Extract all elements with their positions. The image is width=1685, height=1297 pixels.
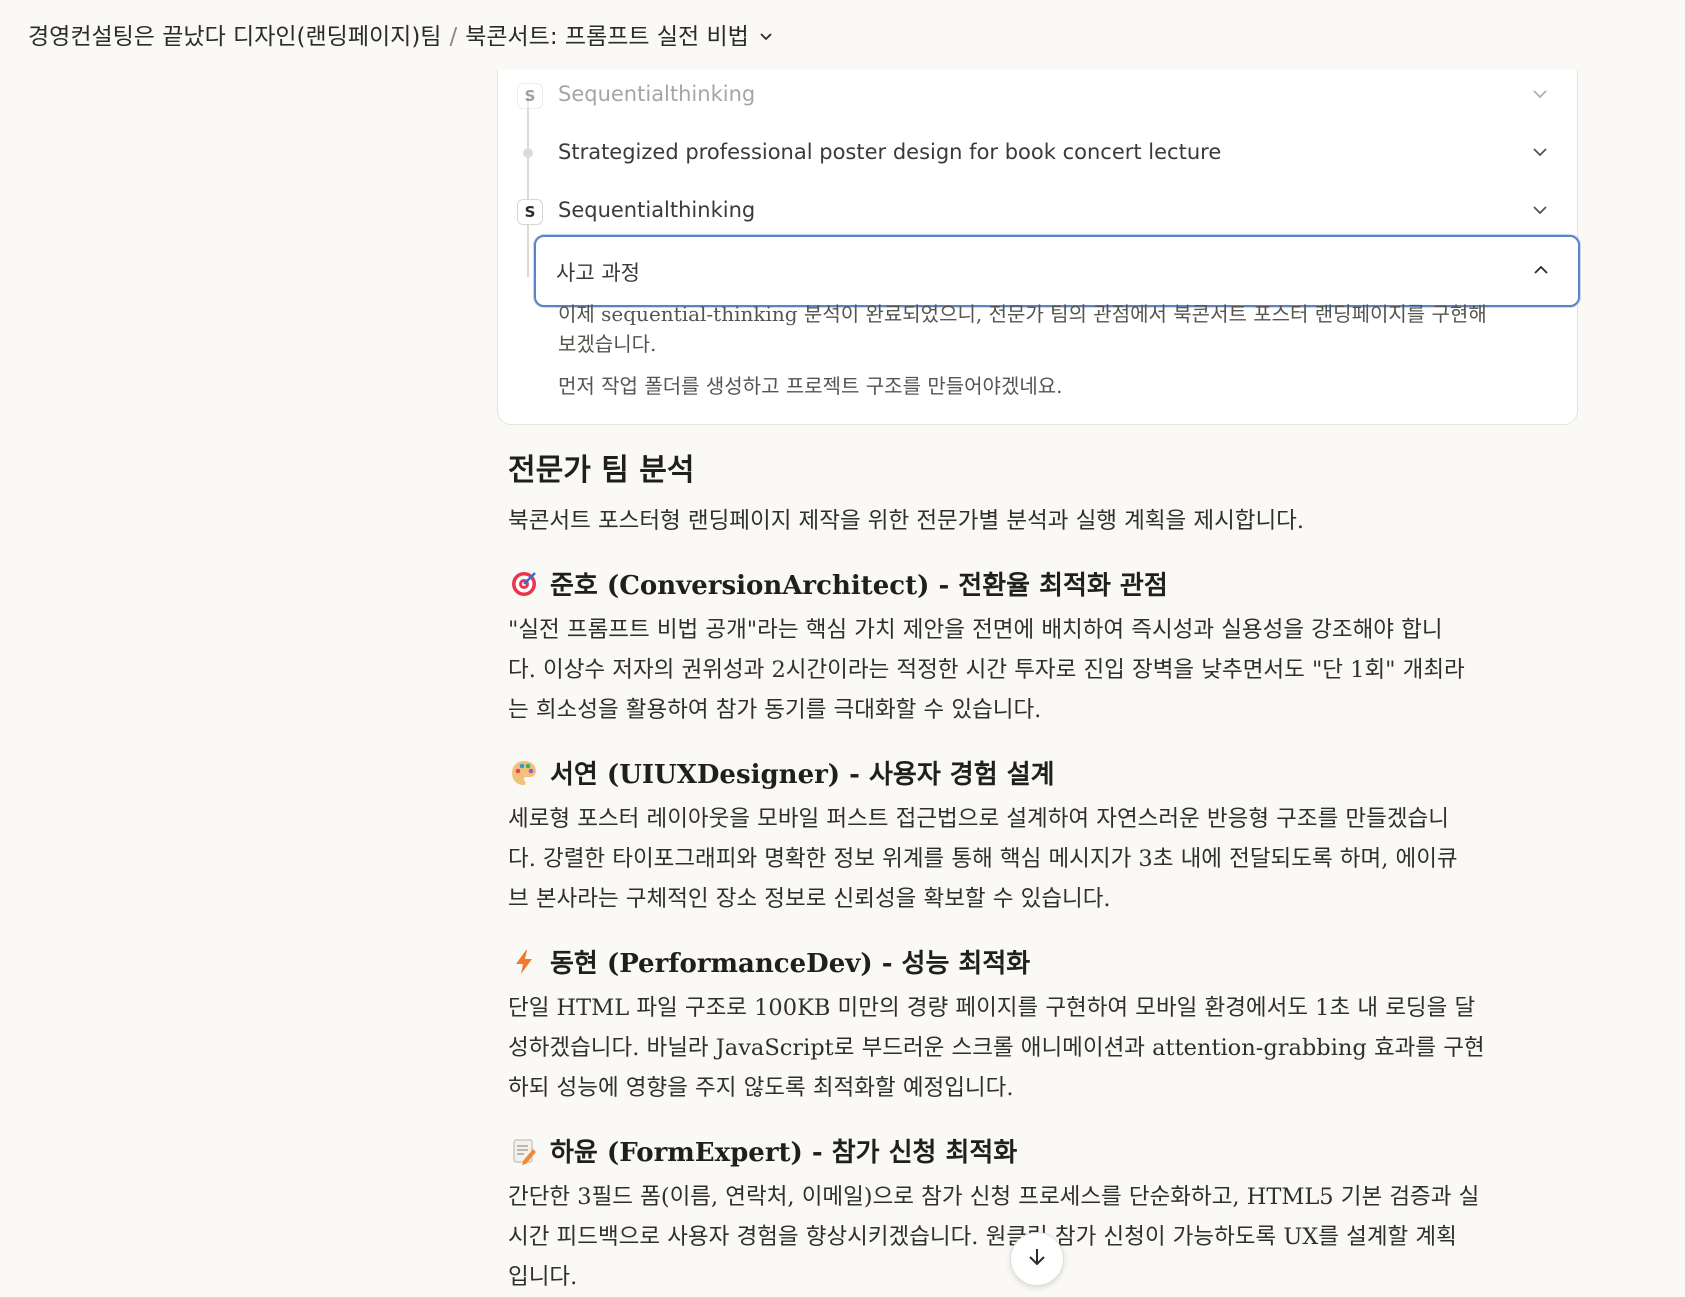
breadcrumb: 경영컨설팅은 끝났다 디자인(랜딩페이지)팀 / 북콘서트: 프롬프트 실전 비법: [28, 17, 775, 51]
project-link[interactable]: 경영컨설팅은 끝났다 디자인(랜딩페이지)팀: [28, 24, 441, 50]
thinking-panel: S Sequentialthinking Strategized profess…: [497, 40, 1580, 425]
target-icon: [508, 568, 540, 600]
expert-body-line: 세로형 포스터 레이아웃을 모바일 퍼스트 접근법으로 설계하여 자연스러운 반…: [508, 806, 1449, 832]
expert-heading-text: 준호 (ConversionArchitect) - 전환율 최적화 관점: [550, 571, 1168, 601]
expert-heading: 하윤 (FormExpert) - 참가 신청 최적화: [508, 1132, 1518, 1169]
expert-heading: 준호 (ConversionArchitect) - 전환율 최적화 관점: [508, 565, 1518, 602]
tool-badge: S: [517, 83, 543, 109]
chat-title: 북콘서트: 프롬프트 실전 비법: [465, 24, 749, 50]
chevron-down-icon: [757, 25, 775, 51]
scroll-to-bottom-button[interactable]: [1010, 1232, 1064, 1286]
memo-icon: [508, 1135, 540, 1167]
thinking-text: 이제 sequential-thinking 분석이 완료되었으니, 전문가 팀…: [558, 299, 1518, 401]
expert-body-line: 다. 강렬한 타이포그래피와 명확한 정보 위계를 통해 핵심 메시지가 3초 …: [508, 846, 1458, 872]
lightning-icon: [508, 946, 540, 978]
expert-heading-text: 하윤 (FormExpert) - 참가 신청 최적화: [550, 1138, 1018, 1168]
step-label: Sequentialthinking: [558, 82, 756, 106]
expert-body-line: "실전 프롬프트 비법 공개"라는 핵심 가치 제안을 전면에 배치하여 즉시성…: [508, 617, 1443, 643]
expert-body-line: 단일 HTML 파일 구조로 100KB 미만의 경량 페이지를 구현하여 모바…: [508, 995, 1476, 1021]
chat-title-button[interactable]: 북콘서트: 프롬프트 실전 비법: [465, 24, 775, 50]
expert-body-line: 브 본사라는 구체적인 장소 정보로 신뢰성을 확보할 수 있습니다.: [508, 886, 1111, 912]
step-label: Strategized professional poster design f…: [558, 140, 1222, 164]
step-label: 사고 과정: [556, 261, 640, 285]
expert-heading: 서연 (UIUXDesigner) - 사용자 경험 설계: [508, 754, 1518, 791]
timeline-dot: [523, 148, 533, 158]
top-bar: 경영컨설팅은 끝났다 디자인(랜딩페이지)팀 / 북콘서트: 프롬프트 실전 비법: [0, 0, 1685, 70]
tool-step-sequentialthinking[interactable]: S Sequentialthinking: [498, 187, 1577, 237]
breadcrumb-separator: /: [449, 24, 458, 50]
tool-badge: S: [517, 199, 543, 225]
chevron-up-icon: [1532, 261, 1550, 283]
thinking-line: 이제 sequential-thinking 분석이 완료되었으니, 전문가 팀…: [558, 302, 1487, 326]
chevron-down-icon: [1531, 143, 1549, 165]
thinking-line: 보겠습니다.: [558, 332, 657, 356]
step-label: Sequentialthinking: [558, 198, 756, 222]
thinking-step-summary[interactable]: Strategized professional poster design f…: [498, 129, 1577, 179]
expert-heading: 동현 (PerformanceDev) - 성능 최적화: [508, 943, 1518, 980]
expert-body-line: 다. 이상수 저자의 권위성과 2시간이라는 적정한 시간 투자로 진입 장벽을…: [508, 657, 1465, 683]
expert-body-line: 간단한 3필드 폼(이름, 연락처, 이메일)으로 참가 신청 프로세스를 단순…: [508, 1184, 1480, 1210]
intro-text: 북콘서트 포스터형 랜딩페이지 제작을 위한 전문가별 분석과 실행 계획을 제…: [508, 508, 1305, 534]
expert-body-line: 는 희소성을 활용하여 참가 동기를 극대화할 수 있습니다.: [508, 697, 1042, 723]
expert-body-line: 하되 성능에 영향을 주지 않도록 최적화할 예정입니다.: [508, 1075, 1014, 1101]
expert-body-line: 성하겠습니다. 바닐라 JavaScript로 부드러운 스크롤 애니메이션과 …: [508, 1035, 1485, 1061]
arrow-down-icon: [1026, 1246, 1048, 1272]
expert-heading-text: 동현 (PerformanceDev) - 성능 최적화: [550, 949, 1031, 979]
chevron-down-icon: [1531, 85, 1549, 107]
thinking-line: 먼저 작업 폴더를 생성하고 프로젝트 구조를 만들어야겠네요.: [558, 374, 1063, 398]
section-title: 전문가 팀 분석: [508, 453, 695, 488]
assistant-message: 전문가 팀 분석 북콘서트 포스터형 랜딩페이지 제작을 위한 전문가별 분석과…: [508, 445, 1518, 1297]
thinking-process-toggle[interactable]: 사고 과정: [534, 235, 1580, 307]
palette-icon: [508, 757, 540, 789]
expert-heading-text: 서연 (UIUXDesigner) - 사용자 경험 설계: [550, 760, 1055, 790]
tool-step-sequentialthinking[interactable]: S Sequentialthinking: [498, 71, 1577, 121]
chevron-down-icon: [1531, 201, 1549, 223]
